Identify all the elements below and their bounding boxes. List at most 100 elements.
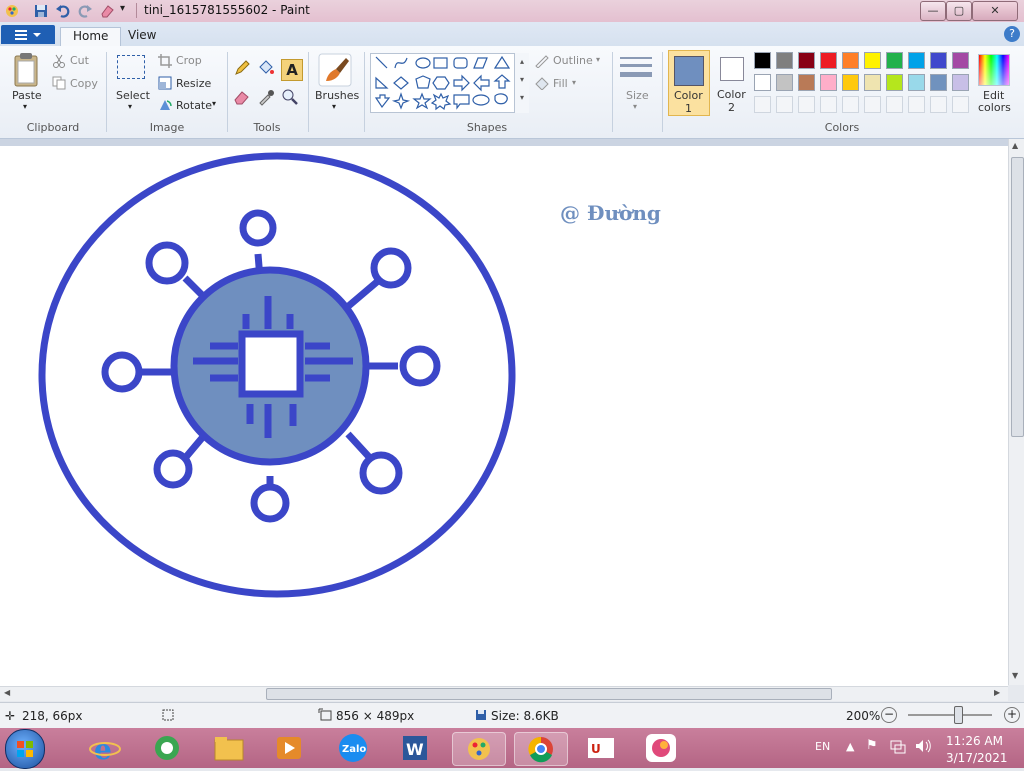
palette-swatch[interactable] <box>886 74 903 91</box>
action-center-flag-icon[interactable]: ⚑ <box>866 738 878 753</box>
scroll-up-icon[interactable]: ▲ <box>1012 141 1018 150</box>
size-icon[interactable] <box>620 56 652 85</box>
color-picker-icon[interactable] <box>257 88 275 109</box>
unikey-icon[interactable]: U <box>582 732 620 764</box>
rotate-dropdown-icon[interactable]: ▾ <box>212 99 216 108</box>
show-hidden-icons-icon[interactable]: ▲ <box>846 740 854 753</box>
palette-swatch[interactable] <box>820 52 837 69</box>
copy-button[interactable]: Copy <box>70 77 98 90</box>
rotate-icon[interactable] <box>158 98 172 115</box>
internet-explorer-icon[interactable]: e <box>86 732 124 766</box>
resize-icon[interactable] <box>158 76 172 93</box>
palette-swatch[interactable] <box>886 52 903 69</box>
help-icon[interactable]: ? <box>1004 26 1020 42</box>
custom-color-slot[interactable] <box>754 96 771 113</box>
magnifier-icon[interactable] <box>281 88 299 109</box>
brushes-icon[interactable] <box>318 53 352 87</box>
custom-color-slot[interactable] <box>886 96 903 113</box>
palette-swatch[interactable] <box>776 74 793 91</box>
undo-icon[interactable] <box>55 3 71 19</box>
palette-swatch[interactable] <box>930 74 947 91</box>
vertical-scroll-thumb[interactable] <box>1011 157 1024 437</box>
outline-button[interactable]: Outline <box>553 54 593 67</box>
network-icon[interactable] <box>890 738 906 757</box>
color2-button[interactable]: Color 2 <box>712 50 752 116</box>
vertical-scrollbar[interactable]: ▲ ▼ <box>1008 139 1024 685</box>
palette-swatch[interactable] <box>820 74 837 91</box>
close-button[interactable]: ✕ <box>972 1 1018 21</box>
clock-date[interactable]: 3/17/2021 <box>946 751 1008 765</box>
zoom-in-button[interactable]: + <box>1004 707 1020 723</box>
save-icon[interactable] <box>33 3 49 19</box>
edit-colors-icon[interactable] <box>978 54 1010 86</box>
custom-color-slot[interactable] <box>842 96 859 113</box>
crop-icon[interactable] <box>158 54 172 71</box>
palette-swatch[interactable] <box>776 52 793 69</box>
color1-button[interactable]: Color 1 <box>668 50 710 116</box>
paste-dropdown-icon[interactable]: ▾ <box>23 102 27 111</box>
custom-color-slot[interactable] <box>908 96 925 113</box>
brushes-dropdown-icon[interactable]: ▾ <box>332 102 336 111</box>
clock-time[interactable]: 11:26 AM <box>946 734 1003 748</box>
palette-swatch[interactable] <box>864 74 881 91</box>
shapes-gallery-icons[interactable] <box>371 54 529 114</box>
outline-dropdown-icon[interactable]: ▾ <box>596 55 600 64</box>
file-explorer-icon[interactable] <box>210 732 248 764</box>
tab-home[interactable]: Home <box>60 27 122 46</box>
picture-app-icon[interactable] <box>642 732 680 764</box>
select-dropdown-icon[interactable]: ▾ <box>128 102 132 111</box>
file-menu-button[interactable] <box>1 25 55 44</box>
start-button[interactable] <box>5 729 45 769</box>
cut-icon[interactable] <box>52 54 66 71</box>
palette-swatch[interactable] <box>864 52 881 69</box>
cut-button[interactable]: Cut <box>70 54 89 67</box>
zalo-icon[interactable]: Zalo <box>334 732 372 764</box>
tab-view[interactable]: View <box>116 27 168 45</box>
palette-swatch[interactable] <box>798 52 815 69</box>
scroll-left-icon[interactable]: ◀ <box>4 688 10 697</box>
volume-icon[interactable] <box>914 738 932 757</box>
palette-swatch[interactable] <box>842 74 859 91</box>
select-button[interactable]: Select <box>116 89 150 102</box>
palette-swatch[interactable] <box>798 74 815 91</box>
fill-bucket-icon[interactable] <box>257 59 275 80</box>
coccoc-browser-icon[interactable] <box>148 732 186 764</box>
resize-button[interactable]: Resize <box>176 77 211 90</box>
word-icon[interactable]: W <box>396 732 434 764</box>
redo-icon[interactable] <box>77 3 93 19</box>
custom-color-slot[interactable] <box>820 96 837 113</box>
edit-colors-label-line2[interactable]: colors <box>978 101 1011 114</box>
outline-icon[interactable] <box>534 54 550 71</box>
copy-icon[interactable] <box>52 76 66 93</box>
customize-toolbar-chevron-icon[interactable]: ▾ <box>120 3 125 14</box>
maximize-button[interactable]: ▢ <box>946 1 972 21</box>
paint-taskbar-icon[interactable] <box>452 732 506 766</box>
horizontal-scrollbar[interactable]: ◀ ▶ <box>0 686 1008 701</box>
select-icon[interactable] <box>117 55 145 79</box>
palette-swatch[interactable] <box>842 52 859 69</box>
zoom-slider-track[interactable] <box>908 714 992 716</box>
pencil-icon[interactable] <box>233 59 251 80</box>
brushes-button[interactable]: Brushes <box>315 89 359 102</box>
palette-swatch[interactable] <box>930 52 947 69</box>
paste-icon[interactable] <box>12 52 40 88</box>
drawing-canvas[interactable]: @ Đường <box>0 146 1008 686</box>
paint-app-icon[interactable] <box>4 3 20 19</box>
shapes-scroll-control[interactable]: ▴ ▾ ▾ <box>514 53 529 113</box>
size-dropdown-icon[interactable]: ▾ <box>633 102 637 111</box>
fill-icon[interactable] <box>534 76 550 93</box>
fill-dropdown-icon[interactable]: ▾ <box>572 78 576 87</box>
language-indicator[interactable]: EN <box>815 740 830 753</box>
eraser-tool-icon[interactable] <box>233 88 251 109</box>
paste-button[interactable]: Paste <box>12 89 42 102</box>
palette-swatch[interactable] <box>754 52 771 69</box>
palette-swatch[interactable] <box>754 74 771 91</box>
palette-swatch[interactable] <box>908 74 925 91</box>
rotate-button[interactable]: Rotate <box>176 99 212 112</box>
crop-button[interactable]: Crop <box>176 54 202 67</box>
zoom-slider-thumb[interactable] <box>954 706 964 724</box>
media-player-icon[interactable] <box>270 732 308 764</box>
palette-swatch[interactable] <box>952 74 969 91</box>
custom-color-slot[interactable] <box>930 96 947 113</box>
custom-color-slot[interactable] <box>776 96 793 113</box>
